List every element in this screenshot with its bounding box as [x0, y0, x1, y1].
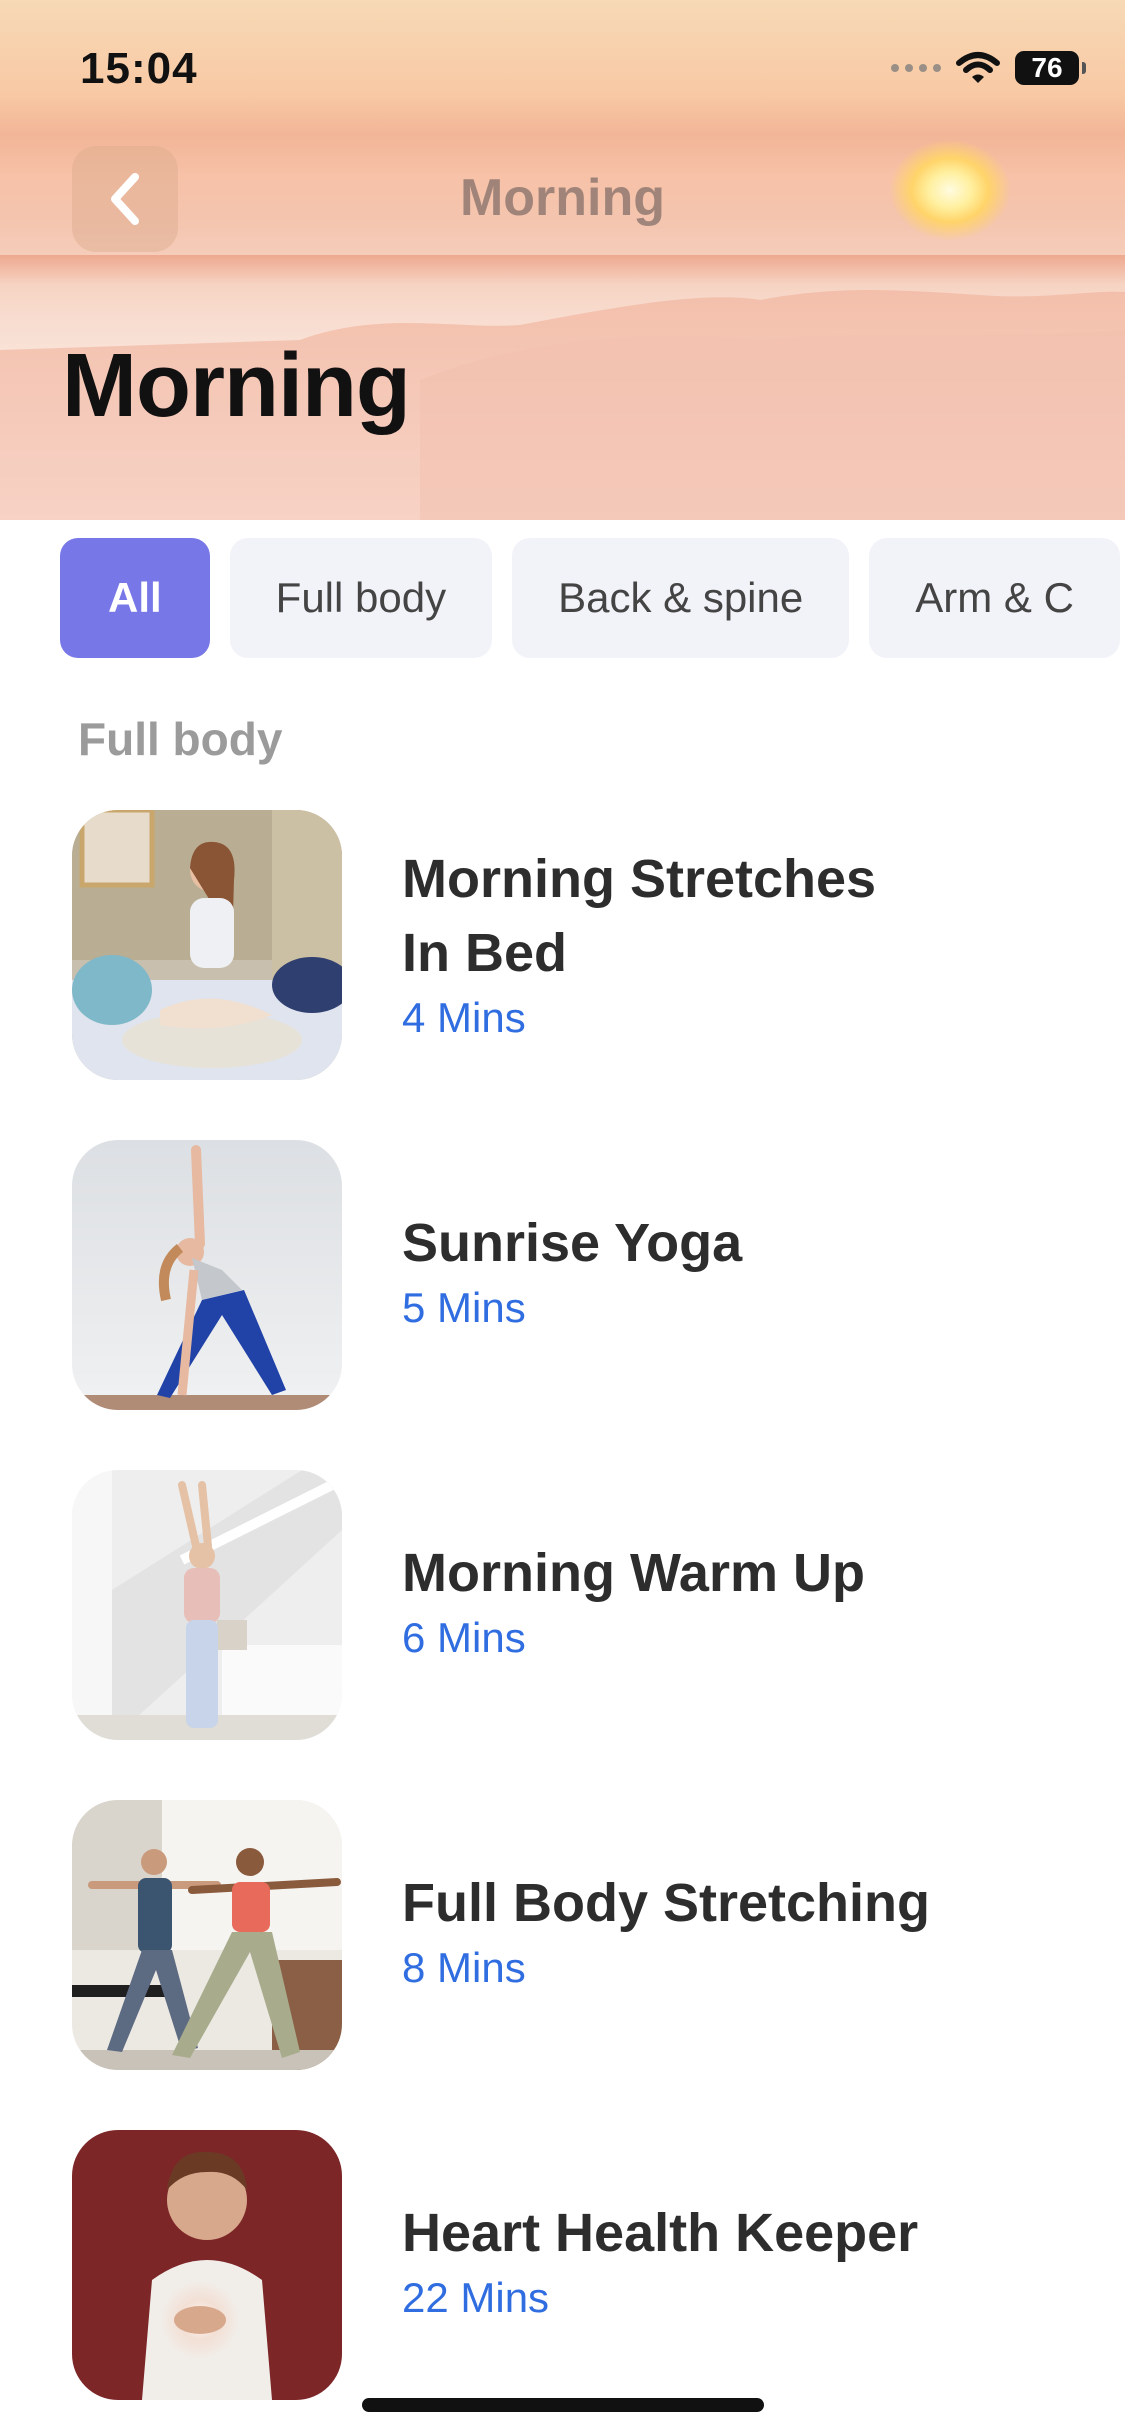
workout-title: Heart Health Keeper — [402, 2203, 919, 2263]
workout-item[interactable]: Morning Stretches In Bed 4 Mins — [72, 810, 1072, 1080]
workout-item[interactable]: Sunrise Yoga 5 Mins — [72, 1140, 1072, 1410]
screen: 15:04 76 Morning Morning All Full body B… — [0, 0, 1125, 2436]
battery-icon: 76 — [1015, 51, 1086, 85]
workout-text: Sunrise Yoga 5 Mins — [402, 1206, 742, 1336]
workout-title: Full Body Stretching — [402, 1873, 931, 1933]
workout-duration: 6 Mins — [402, 1614, 526, 1661]
workout-thumbnail — [72, 2130, 342, 2400]
workout-thumbnail — [72, 1140, 342, 1410]
workout-text: Morning Stretches In Bed 4 Mins — [402, 842, 876, 1046]
filter-chip-all[interactable]: All — [60, 538, 210, 658]
filter-chip-back-spine[interactable]: Back & spine — [512, 538, 850, 658]
workout-item[interactable]: Heart Health Keeper 22 Mins — [72, 2130, 1072, 2400]
status-indicators: 76 — [891, 48, 1086, 88]
workout-text: Morning Warm Up 6 Mins — [402, 1536, 865, 1666]
workout-thumbnail — [72, 810, 342, 1080]
workout-item[interactable]: Morning Warm Up 6 Mins — [72, 1470, 1072, 1740]
filter-chip-arm[interactable]: Arm & C — [869, 538, 1120, 658]
workout-title: Sunrise Yoga — [402, 1213, 743, 1273]
cellular-signal-icon — [891, 64, 941, 72]
workout-duration: 8 Mins — [402, 1944, 526, 1991]
status-time: 15:04 — [80, 44, 198, 93]
workout-item[interactable]: Full Body Stretching 8 Mins — [72, 1800, 1072, 2070]
workout-title-line2: In Bed — [402, 923, 568, 983]
workout-thumbnail — [72, 1800, 342, 2070]
section-label: Full body — [78, 713, 283, 765]
workout-text: Full Body Stretching 8 Mins — [402, 1866, 930, 1996]
workout-thumbnail — [72, 1470, 342, 1740]
workout-title: Morning Warm Up — [402, 1543, 865, 1603]
workout-duration: 5 Mins — [402, 1284, 526, 1331]
home-indicator[interactable] — [362, 2398, 764, 2412]
filter-chip-full-body[interactable]: Full body — [229, 538, 493, 658]
battery-level: 76 — [1031, 52, 1063, 83]
workout-duration: 22 Mins — [402, 2274, 550, 2321]
workout-duration: 4 Mins — [402, 994, 526, 1041]
filter-chips: All Full body Back & spine Arm & C — [60, 538, 1120, 658]
wifi-icon — [956, 52, 1000, 83]
workout-text: Heart Health Keeper 22 Mins — [402, 2196, 918, 2326]
workout-title: Morning Stretches — [402, 849, 877, 909]
page-title: Morning — [62, 336, 411, 436]
nav-title: Morning — [459, 169, 666, 227]
